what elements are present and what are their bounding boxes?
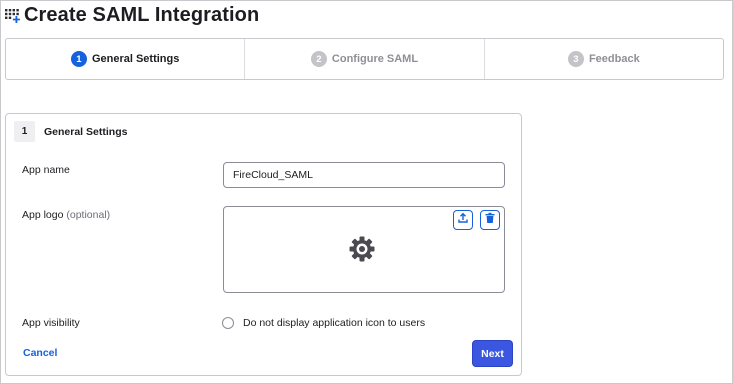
delete-logo-button[interactable] [480,210,500,230]
optional-hint: (optional) [66,209,111,221]
hide-app-icon-label[interactable]: Do not display application icon to users [243,317,425,329]
app-logo-label-text: App logo [22,209,64,221]
app-logo-label: App logo (optional) [22,209,110,221]
app-name-label: App name [22,164,70,176]
gear-icon [348,235,376,263]
app-grid-add-icon [4,6,22,24]
app-logo-dropzone[interactable] [223,206,505,293]
step-number-badge: 3 [567,51,584,67]
step-indicator: 1 General Settings 2 Configure SAML 3 Fe… [5,38,724,80]
step-feedback[interactable]: 3 Feedback [483,39,723,79]
app-name-input[interactable] [223,162,505,188]
step-label: Configure SAML [331,53,419,65]
page-title: Create SAML Integration [24,3,260,26]
hide-app-icon-radio[interactable] [222,317,234,329]
cancel-link[interactable]: Cancel [23,347,57,359]
card-title: General Settings [44,125,128,138]
step-general-settings[interactable]: 1 General Settings [6,39,244,79]
trash-icon [484,211,496,229]
step-configure-saml[interactable]: 2 Configure SAML [244,39,483,79]
next-button[interactable]: Next [472,340,513,367]
step-label: Feedback [588,53,640,65]
step-number-badge: 2 [310,51,327,67]
upload-icon [457,211,469,229]
upload-logo-button[interactable] [453,210,473,230]
card-step-number: 1 [14,121,35,142]
step-label: General Settings [91,53,180,65]
general-settings-card: 1 General Settings App name App logo (op… [5,113,522,376]
card-header: 1 General Settings [14,121,127,142]
step-number-badge: 1 [70,51,87,67]
page-header: Create SAML Integration [4,2,259,28]
app-visibility-label: App visibility [22,317,80,329]
